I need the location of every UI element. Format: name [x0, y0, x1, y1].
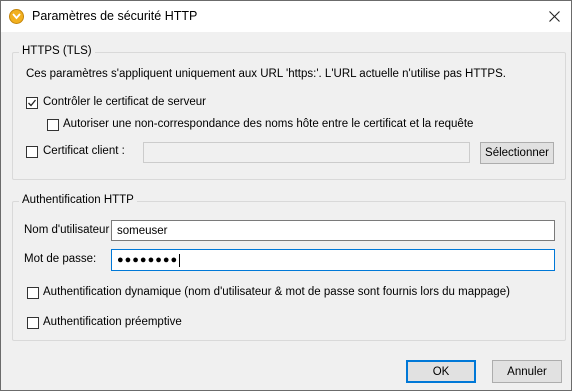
dialog-window: Paramètres de sécurité HTTP HTTPS (TLS) …	[0, 0, 572, 391]
close-button[interactable]	[537, 1, 571, 32]
preemptive-auth-checkbox[interactable]	[27, 317, 39, 329]
select-certificate-button[interactable]: Sélectionner	[480, 142, 554, 164]
close-icon	[548, 11, 560, 22]
client-cert-checkbox[interactable]	[26, 146, 38, 158]
check-server-cert-checkbox[interactable]	[26, 97, 38, 109]
username-label: Nom d'utilisateur :	[24, 224, 116, 236]
https-group-title: HTTPS (TLS)	[19, 45, 95, 57]
title-bar: Paramètres de sécurité HTTP	[1, 1, 571, 32]
client-cert-label[interactable]: Certificat client :	[43, 145, 125, 157]
password-field[interactable]: ●●●●●●●●	[111, 249, 555, 271]
cancel-button[interactable]: Annuler	[492, 360, 562, 383]
window-title: Paramètres de sécurité HTTP	[32, 9, 198, 23]
check-server-cert-label[interactable]: Contrôler le certificat de serveur	[43, 96, 206, 108]
password-mask: ●●●●●●●●	[117, 254, 179, 266]
http-auth-group-title: Authentification HTTP	[19, 194, 137, 206]
https-info-text: Ces paramètres s'appliquent uniquement a…	[26, 68, 506, 80]
password-label: Mot de passe:	[24, 253, 97, 265]
allow-hostname-mismatch-label[interactable]: Autoriser une non-correspondance des nom…	[63, 118, 473, 130]
client-cert-field[interactable]	[143, 142, 470, 163]
dynamic-auth-label[interactable]: Authentification dynamique (nom d'utilis…	[43, 286, 510, 298]
app-logo-icon	[9, 9, 24, 24]
username-field[interactable]: someuser	[111, 220, 555, 241]
text-caret	[179, 253, 181, 267]
preemptive-auth-label[interactable]: Authentification préemptive	[43, 316, 182, 328]
allow-hostname-mismatch-checkbox[interactable]	[47, 119, 59, 131]
ok-button[interactable]: OK	[406, 360, 476, 383]
checkmark-icon	[28, 99, 37, 107]
dynamic-auth-checkbox[interactable]	[27, 287, 39, 299]
